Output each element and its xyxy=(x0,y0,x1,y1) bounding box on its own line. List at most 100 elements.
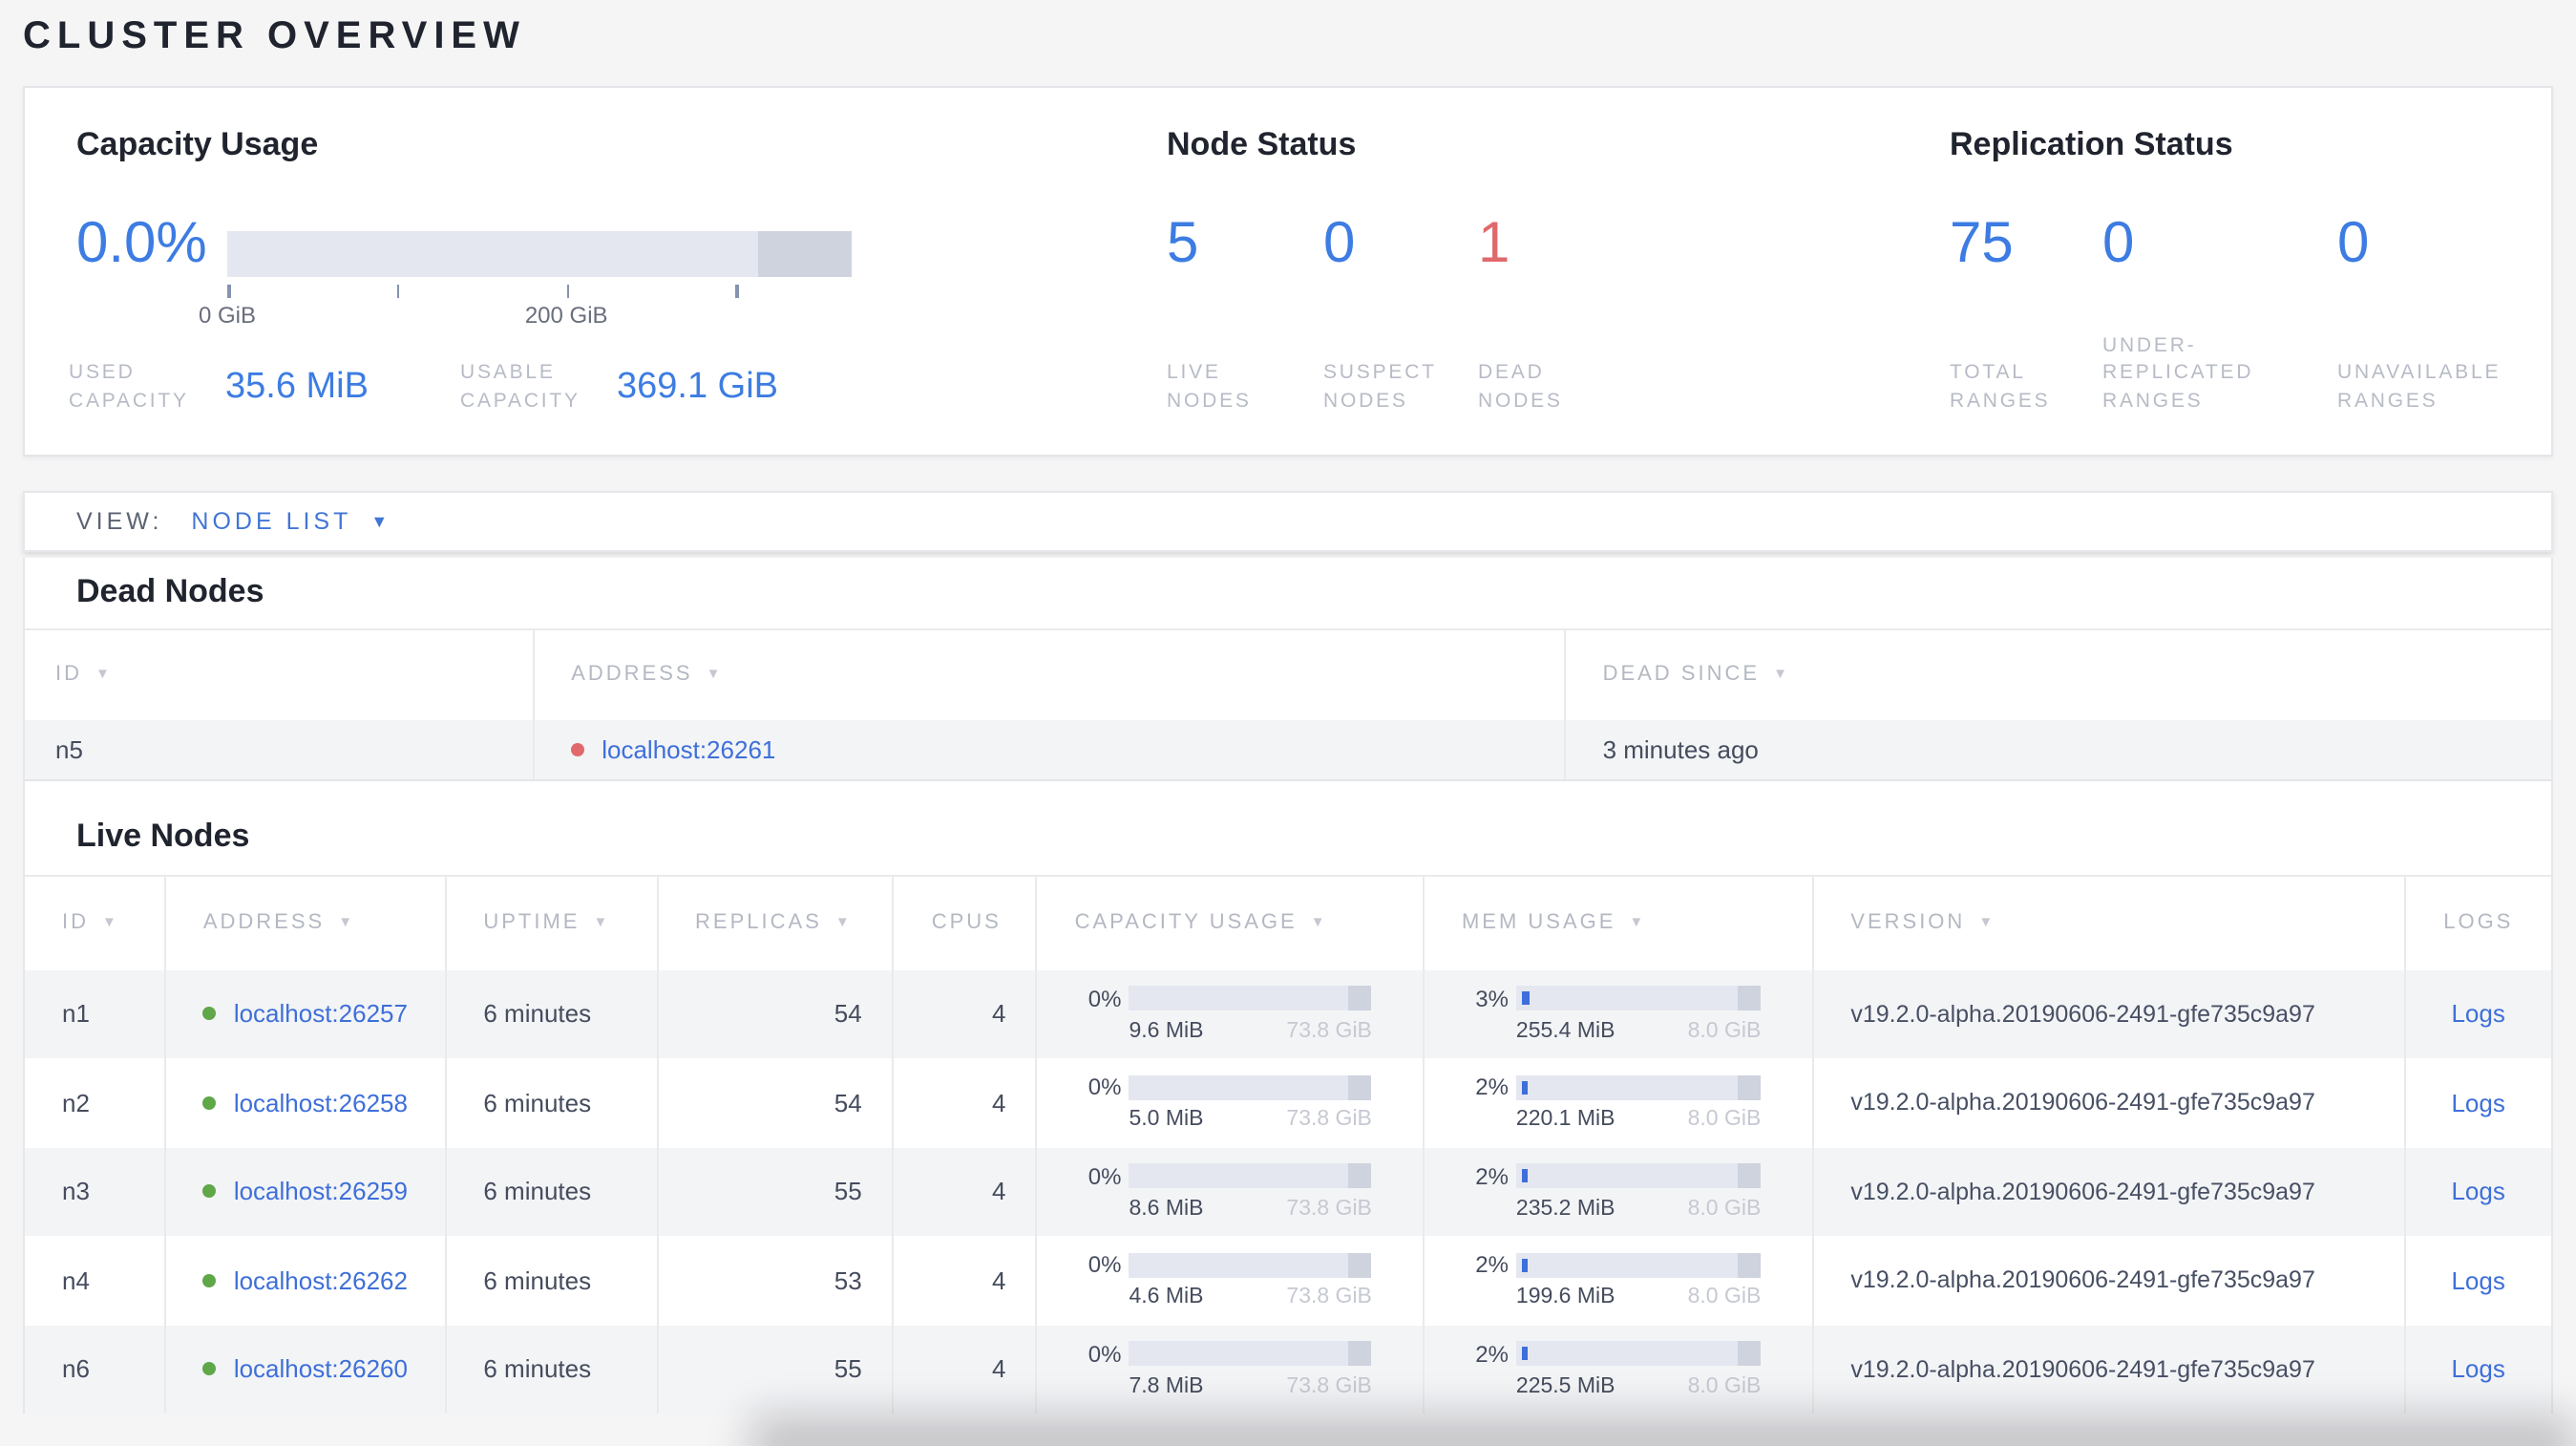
capacity-bar-dark-segment xyxy=(758,231,852,277)
node-logs-cell: Logs xyxy=(2406,969,2550,1058)
nodes-section: Dead Nodes ID ▼ ADDRESS ▼ DEAD SINCE ▼ n5 l… xyxy=(23,557,2552,1414)
mem-total: 8.0 GiB xyxy=(1687,1019,1762,1043)
live-nodes-heading-band: Live Nodes xyxy=(25,781,2550,875)
axis-tick xyxy=(566,285,570,298)
dead-node-address-link[interactable]: localhost:26261 xyxy=(602,735,775,764)
live-nodes-title: Live Nodes xyxy=(76,817,250,853)
mem-bar-fill xyxy=(1521,991,1530,1006)
view-selector-bar: VIEW: NODE LIST ▼ xyxy=(23,490,2552,552)
sort-desc-icon: ▼ xyxy=(1310,913,1328,931)
total-ranges-label: TOTAL RANGES xyxy=(1950,361,2051,412)
usable-capacity-label: USABLE CAPACITY xyxy=(460,361,581,412)
sort-desc-icon: ▼ xyxy=(706,665,724,683)
logs-link[interactable]: Logs xyxy=(2451,1089,2504,1117)
capacity-usage-bar xyxy=(227,231,852,277)
logs-link[interactable]: Logs xyxy=(2451,1266,2504,1295)
live-col-version[interactable]: VERSION ▼ xyxy=(1813,877,2407,969)
node-version-cell: v19.2.0-alpha.20190606-2491-gfe735c9a97 xyxy=(1813,969,2407,1058)
sort-desc-icon: ▼ xyxy=(1629,913,1647,931)
capacity-bar xyxy=(1129,1163,1372,1189)
dead-col-dead-since[interactable]: DEAD SINCE ▼ xyxy=(1566,630,2550,719)
node-address-link[interactable]: localhost:26257 xyxy=(234,1000,408,1029)
capacity-used-percent: 0.0% xyxy=(76,212,207,275)
dead-node-dead-since: 3 minutes ago xyxy=(1602,734,1759,764)
node-mem-usage-cell: 2% 199.6 MiB 8.0 GiB xyxy=(1425,1236,1814,1325)
node-id: n3 xyxy=(25,1147,166,1236)
logs-link[interactable]: Logs xyxy=(2451,1178,2504,1206)
total-ranges-count: 75 xyxy=(1950,212,2014,275)
node-address-link[interactable]: localhost:26259 xyxy=(234,1178,408,1206)
node-uptime: 6 minutes xyxy=(446,1325,659,1414)
node-uptime: 6 minutes xyxy=(446,969,659,1058)
node-capacity-usage-cell: 0% 4.6 MiB 73.8 GiB xyxy=(1037,1236,1425,1325)
node-status-heading: Node Status xyxy=(1167,126,1357,162)
dead-col-id[interactable]: ID ▼ xyxy=(25,630,535,719)
under-replicated-ranges-label: UNDER- REPLICATED RANGES xyxy=(2102,333,2254,412)
axis-tick xyxy=(396,285,400,298)
capacity-bar xyxy=(1129,1074,1372,1100)
dead-col-address[interactable]: ADDRESS ▼ xyxy=(534,630,1566,719)
node-address-cell: localhost:26258 xyxy=(166,1058,447,1147)
sort-desc-icon: ▼ xyxy=(95,665,113,683)
logs-link[interactable]: Logs xyxy=(2451,1355,2504,1384)
node-capacity-usage-cell: 0% 9.6 MiB 73.8 GiB xyxy=(1037,969,1425,1058)
mem-bar xyxy=(1515,986,1762,1011)
capacity-bar xyxy=(1129,986,1372,1011)
live-col-mem-usage[interactable]: MEM USAGE ▼ xyxy=(1425,877,1814,969)
capacity-percent: 0% xyxy=(1087,985,1122,1012)
live-col-capacity-usage[interactable]: CAPACITY USAGE ▼ xyxy=(1038,877,1425,969)
node-capacity-usage-cell: 0% 5.0 MiB 73.8 GiB xyxy=(1037,1058,1425,1147)
capacity-bar-cap xyxy=(1348,986,1372,1011)
axis-tick-label: 0 GiB xyxy=(198,302,256,329)
live-status-dot-icon xyxy=(202,1273,217,1287)
node-version-cell: v19.2.0-alpha.20190606-2491-gfe735c9a97 xyxy=(1813,1147,2407,1236)
axis-tick xyxy=(227,285,230,298)
used-capacity-value: 35.6 MiB xyxy=(225,367,369,407)
capacity-total: 73.8 GiB xyxy=(1286,1019,1372,1043)
node-replicas: 55 xyxy=(658,1147,895,1236)
live-node-row: n1 localhost:26257 6 minutes 54 4 0% 9.6… xyxy=(25,969,2550,1058)
live-status-dot-icon xyxy=(202,1095,217,1110)
live-status-dot-icon xyxy=(202,1362,217,1376)
mem-percent: 3% xyxy=(1475,985,1509,1012)
unavailable-ranges-label: UNAVAILABLE RANGES xyxy=(2337,361,2502,412)
page-title: CLUSTER OVERVIEW xyxy=(23,15,526,57)
live-node-row: n6 localhost:26260 6 minutes 55 4 0% 7.8… xyxy=(25,1325,2550,1414)
live-col-address[interactable]: ADDRESS ▼ xyxy=(166,877,447,969)
axis-tick-label: 200 GiB xyxy=(524,302,608,329)
under-replicated-ranges-count: 0 xyxy=(2102,212,2135,275)
live-col-uptime[interactable]: UPTIME ▼ xyxy=(446,877,659,969)
axis-tick xyxy=(735,285,739,298)
node-uptime: 6 minutes xyxy=(446,1147,659,1236)
node-replicas: 53 xyxy=(658,1236,895,1325)
node-version-cell: v19.2.0-alpha.20190606-2491-gfe735c9a97 xyxy=(1813,1236,2407,1325)
capacity-bar xyxy=(1129,1341,1372,1367)
sort-desc-icon: ▼ xyxy=(1978,913,1996,931)
mem-bar-cap xyxy=(1738,986,1762,1011)
live-node-row: n2 localhost:26258 6 minutes 54 4 0% 5.0… xyxy=(25,1058,2550,1147)
live-col-replicas[interactable]: REPLICAS ▼ xyxy=(658,877,895,969)
view-dropdown[interactable]: NODE LIST ▼ xyxy=(191,508,388,535)
logs-link[interactable]: Logs xyxy=(2451,1000,2504,1029)
node-address-link[interactable]: localhost:26260 xyxy=(234,1355,408,1384)
chevron-down-icon: ▼ xyxy=(370,512,389,532)
cluster-overview-page: CLUSTER OVERVIEW Capacity Usage 0.0% 0 G… xyxy=(0,0,2576,1446)
node-replicas: 55 xyxy=(658,1325,895,1414)
node-address-link[interactable]: localhost:26262 xyxy=(234,1266,408,1295)
live-col-id[interactable]: ID ▼ xyxy=(25,877,166,969)
dead-nodes-count: 1 xyxy=(1478,212,1510,275)
node-cpus: 4 xyxy=(895,1236,1038,1325)
node-logs-cell: Logs xyxy=(2406,1236,2550,1325)
node-address-link[interactable]: localhost:26258 xyxy=(234,1089,408,1117)
mem-bar xyxy=(1515,1163,1762,1189)
sort-desc-icon: ▼ xyxy=(834,913,853,931)
dead-node-id: n5 xyxy=(25,719,535,779)
unavailable-ranges-count: 0 xyxy=(2337,212,2370,275)
node-address-cell: localhost:26257 xyxy=(166,969,447,1058)
node-uptime: 6 minutes xyxy=(446,1236,659,1325)
node-id: n1 xyxy=(25,969,166,1058)
live-col-logs: LOGS xyxy=(2443,911,2514,935)
live-nodes-label: LIVE NODES xyxy=(1167,361,1252,412)
node-version-cell: v19.2.0-alpha.20190606-2491-gfe735c9a97 xyxy=(1813,1325,2407,1414)
capacity-used: 9.6 MiB xyxy=(1129,1019,1204,1043)
